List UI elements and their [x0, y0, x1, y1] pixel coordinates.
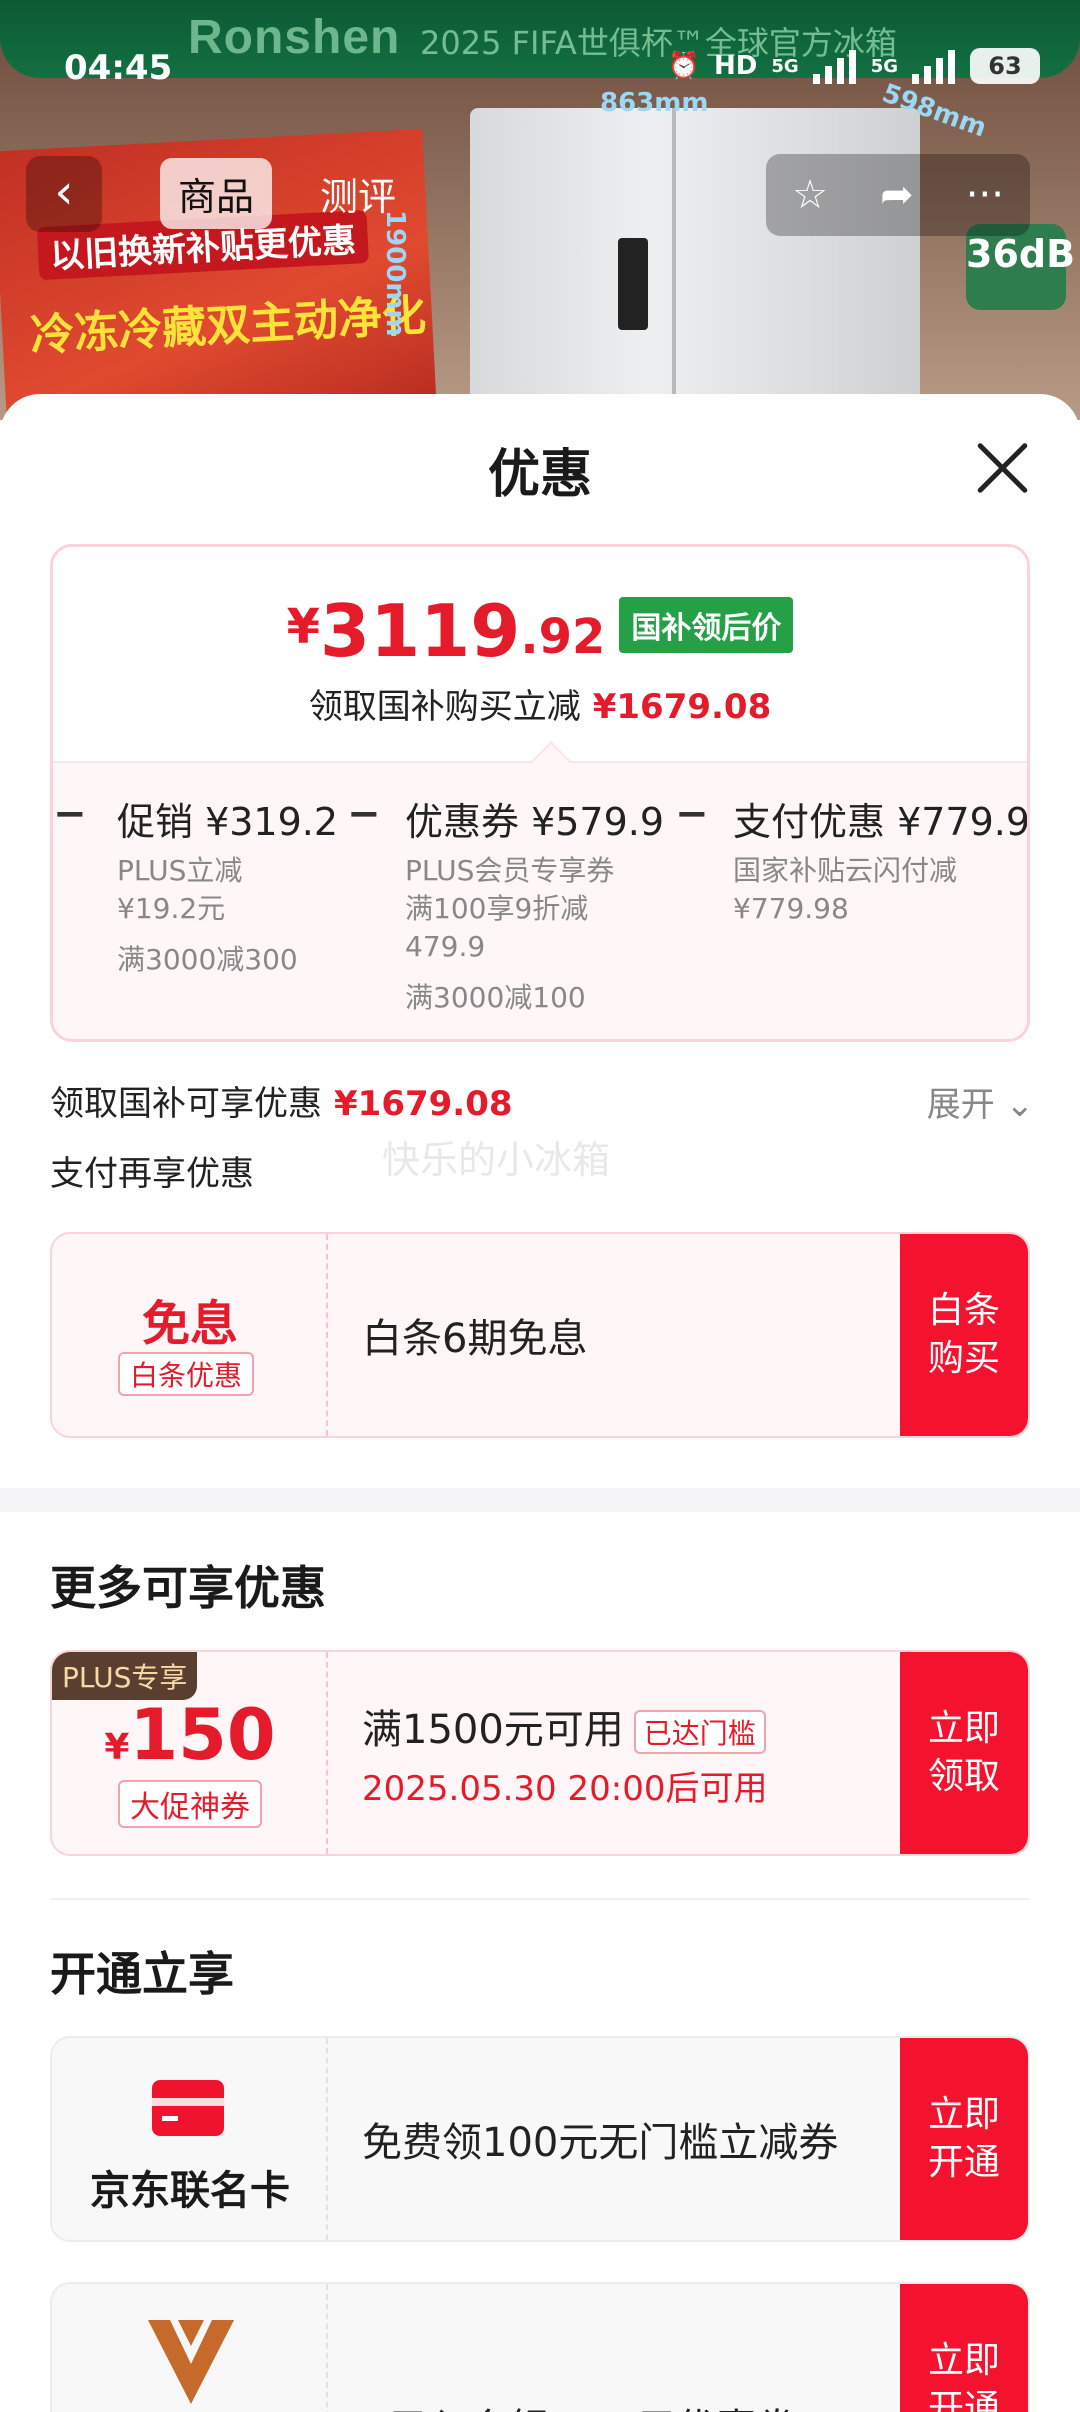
net2-label: 5G	[870, 55, 898, 77]
v-logo-icon	[148, 2320, 234, 2404]
discount-payment: − 支付优惠 ¥779.98 国家补贴云闪付减 ¥779.98	[675, 791, 1030, 925]
baitiao-tag: 白条优惠	[118, 1352, 255, 1396]
close-icon[interactable]	[974, 440, 1030, 496]
threshold-met-tag: 已达门槛	[633, 1709, 766, 1754]
coupon-time: 2025.05.30 20:00后可用	[362, 1768, 768, 1809]
coupon-kind: 大促神券	[118, 1780, 262, 1828]
nav-tabs: 商品 测评	[160, 158, 414, 229]
more-section-title: 更多可享优惠	[50, 1561, 326, 1615]
price-tag: 国补领后价	[619, 597, 794, 653]
tab-product[interactable]: 商品	[160, 158, 273, 229]
baitiao-buy-button[interactable]: 白条购买	[900, 1234, 1028, 1436]
sheet-title: 优惠	[487, 445, 592, 505]
status-time: 04:45	[64, 48, 173, 88]
expand-button[interactable]: 展开 ⌄	[927, 1077, 1034, 1126]
net1-label: 5G	[771, 55, 799, 77]
subsidy-row: 领取国补可享优惠 ¥1679.08	[50, 1084, 513, 1124]
open-card-button[interactable]: 立即开通	[900, 2038, 1028, 2240]
join-member-button[interactable]: 立即开通	[900, 2284, 1028, 2412]
card-name: 京东联名卡	[90, 2168, 290, 2214]
discount-coupon: − 优惠券 ¥579.9 PLUS会员专享券 满100享9折减 479.9 满300…	[347, 791, 665, 1014]
interest-free-label: 免息	[141, 1296, 238, 1352]
claim-coupon-button[interactable]: 立即领取	[900, 1652, 1028, 1854]
baitiao-text: 白条6期免息	[362, 1316, 588, 1362]
jd-card-offer: 京东联名卡 免费领100元无门槛立减券 立即开通	[50, 2036, 1030, 2242]
baitiao-card: 免息 白条优惠 白条6期免息 白条购买	[50, 1232, 1030, 1438]
plus-coupon: PLUS专享 ¥150 大促神券 满1500元可用 已达门槛 2025.05.30…	[50, 1650, 1030, 1856]
more-icon[interactable]: ···	[966, 172, 1004, 218]
discount-sheet: 优惠 ¥ 3119 .92 国补领后价 领取国补购买立减 ¥1679.08 − 促…	[0, 394, 1080, 2412]
poster-line2: 冷冻冷藏双主动净化	[29, 290, 428, 362]
watermark: 快乐的小冰箱	[382, 1138, 611, 1182]
nav-actions: ☆ ➦ ···	[766, 154, 1030, 236]
card-offer-text: 免费领100元无门槛立减券	[362, 2120, 839, 2166]
top-nav: ‹ 商品 测评 ☆ ➦ ···	[0, 150, 1080, 240]
signal-icon	[812, 48, 857, 84]
alarm-icon: ⏰	[667, 51, 701, 81]
pay-more-label: 支付再享优惠	[50, 1154, 254, 1194]
share-icon[interactable]: ➦	[880, 172, 914, 218]
back-button[interactable]: ‹	[26, 156, 102, 232]
membership-offer-text: 0元入会领10.0元优惠券	[362, 2396, 797, 2412]
open-section-title: 开通立享	[50, 1947, 234, 2001]
signal-icon-2	[912, 48, 956, 84]
battery-icon: 63	[970, 48, 1040, 84]
plus-tag: PLUS专享	[52, 1652, 198, 1700]
status-bar: 04:45 ⏰ HD 5G 5G 63	[0, 0, 1080, 100]
coupon-amount: ¥150	[104, 1694, 276, 1776]
star-icon[interactable]: ☆	[792, 172, 828, 218]
coupon-condition: 满1500元可用 已达门槛	[362, 1697, 767, 1755]
card-icon	[152, 2080, 224, 2136]
tab-review[interactable]: 测评	[302, 158, 414, 229]
price-subtitle: 领取国补购买立减 ¥1679.08	[308, 687, 772, 727]
discount-promo: − 促销 ¥319.2 PLUS立减 ¥19.2元 满3000减300	[53, 791, 339, 976]
membership-offer: 0元入会领10.0元优惠券 立即开通	[50, 2282, 1030, 2412]
hd-icon: HD	[714, 51, 758, 81]
final-price: ¥ 3119 .92 国补领后价	[53, 595, 1027, 667]
discount-breakdown: − 促销 ¥319.2 PLUS立减 ¥19.2元 满3000减300 − 优惠券…	[53, 761, 1030, 1039]
price-card: ¥ 3119 .92 国补领后价 领取国补购买立减 ¥1679.08 − 促销 ¥…	[50, 544, 1030, 1042]
